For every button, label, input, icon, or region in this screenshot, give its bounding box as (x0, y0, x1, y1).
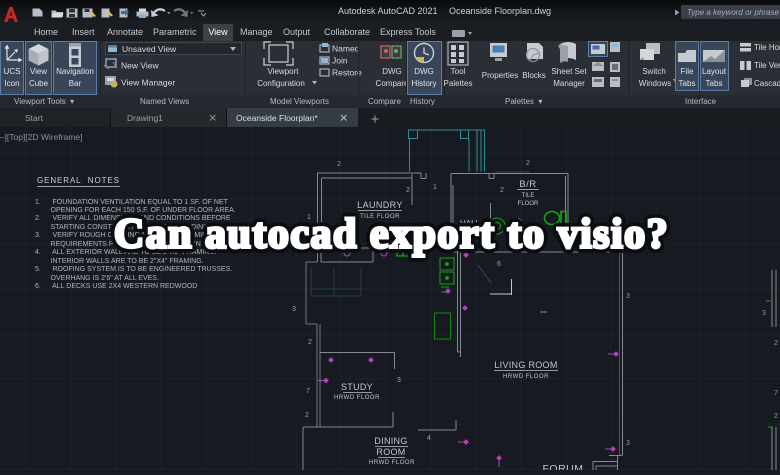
svg-text:Palettes: Palettes (444, 79, 473, 88)
svg-text:Tabs: Tabs (679, 79, 696, 88)
svg-text:View: View (30, 67, 47, 76)
svg-text:DWG: DWG (414, 67, 434, 76)
svg-text:Unsaved View: Unsaved View (122, 44, 177, 54)
svg-text:Cascade: Cascade (754, 79, 780, 88)
svg-text:Navigation: Navigation (56, 67, 94, 76)
svg-text:Windows: Windows (639, 79, 671, 88)
svg-text:Sheet Set: Sheet Set (551, 67, 587, 76)
svg-text:Switch: Switch (642, 67, 666, 76)
svg-text:Can autocad export to visio?: Can autocad export to visio? (114, 212, 669, 258)
svg-text:Icon: Icon (4, 79, 19, 88)
svg-text:DWG: DWG (382, 67, 402, 76)
svg-text:Join: Join (332, 56, 348, 66)
svg-text:History: History (412, 79, 437, 88)
svg-text:File: File (681, 67, 694, 76)
svg-text:Layout: Layout (702, 67, 727, 76)
svg-text:Manager: Manager (553, 79, 585, 88)
svg-text:Tool: Tool (451, 67, 466, 76)
svg-text:Cube: Cube (29, 79, 49, 88)
svg-text:Tabs: Tabs (706, 79, 723, 88)
svg-text:Tile Verti: Tile Verti (754, 61, 780, 70)
svg-text:View Manager: View Manager (121, 78, 175, 88)
svg-text:Restore: Restore (332, 68, 362, 78)
svg-text:Tile Hori: Tile Hori (754, 43, 780, 52)
svg-text:Viewport: Viewport (268, 67, 300, 76)
svg-text:Bar: Bar (69, 79, 82, 88)
svg-text:Blocks: Blocks (522, 71, 546, 80)
svg-text:Named: Named (332, 44, 360, 54)
svg-text:New View: New View (121, 61, 159, 71)
svg-text:Compare: Compare (376, 79, 409, 88)
svg-text:Configuration: Configuration (257, 79, 305, 88)
svg-text:UCS: UCS (4, 67, 21, 76)
svg-text:Properties: Properties (482, 71, 518, 80)
